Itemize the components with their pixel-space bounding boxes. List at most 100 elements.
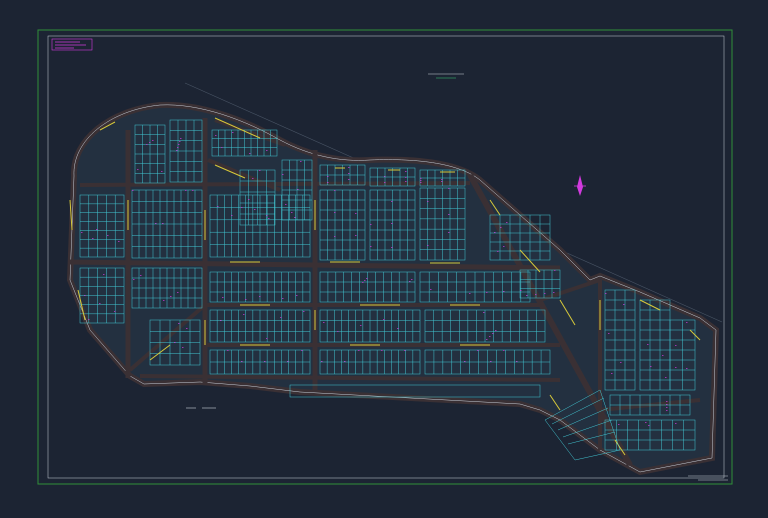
- lot-number: [232, 132, 234, 133]
- lot-number: [464, 361, 466, 362]
- lot-number: [327, 176, 329, 177]
- lot-number: [252, 178, 254, 179]
- lot-number: [268, 218, 270, 219]
- lot-number: [370, 246, 372, 247]
- lot-number: [397, 328, 399, 329]
- lot-number: [344, 361, 346, 362]
- lot-number: [355, 235, 357, 236]
- lot-number: [287, 361, 289, 362]
- lot-number: [96, 229, 98, 230]
- lot-number: [650, 366, 652, 367]
- lot-number: [162, 223, 164, 224]
- lot-number: [366, 278, 368, 279]
- lot-number: [300, 161, 302, 162]
- lot-number: [503, 246, 505, 247]
- lot-number: [666, 407, 668, 408]
- lot-number: [170, 296, 172, 297]
- lot-number: [259, 170, 261, 171]
- lot-number: [280, 317, 282, 318]
- lot-number: [84, 295, 86, 296]
- lot-number: [553, 292, 555, 293]
- lot-number: [497, 251, 499, 252]
- lot-number: [296, 295, 298, 296]
- lot-number: [266, 150, 268, 151]
- lot-number: [477, 350, 479, 351]
- lot-number: [254, 209, 256, 210]
- lot-number: [516, 361, 518, 362]
- lot-number: [241, 207, 243, 208]
- lot-number: [114, 311, 116, 312]
- legend-box: [51, 38, 93, 51]
- lot-number: [177, 292, 179, 293]
- lot-number: [448, 214, 450, 215]
- lot-number: [427, 201, 429, 202]
- lot-number: [495, 330, 497, 331]
- lot-number: [227, 350, 229, 351]
- lot-number: [409, 281, 411, 282]
- lot-number: [282, 298, 284, 299]
- lot-number: [620, 362, 622, 363]
- lot-number: [430, 289, 432, 290]
- lot-number: [291, 212, 293, 213]
- cad-drawing-viewport[interactable]: [0, 0, 768, 514]
- site-plan-svg: [37, 29, 733, 485]
- lot-number: [264, 361, 266, 362]
- lot-number: [666, 410, 668, 411]
- lot-number: [675, 423, 677, 424]
- lot-number: [178, 144, 180, 145]
- lot-number: [182, 347, 184, 348]
- lot-number: [645, 422, 647, 423]
- lot-number: [623, 304, 625, 305]
- lot-number: [469, 293, 471, 294]
- lot-number: [441, 179, 443, 180]
- lot-number: [221, 147, 223, 148]
- lot-number: [355, 213, 357, 214]
- lot-number: [327, 182, 329, 183]
- lot-number: [155, 223, 157, 224]
- lot-number: [163, 300, 165, 301]
- lot-number: [217, 206, 219, 207]
- lot-number: [544, 293, 546, 294]
- lot-number: [500, 227, 502, 228]
- lot-number: [259, 296, 261, 297]
- lot-number: [178, 323, 180, 324]
- lot-number: [174, 342, 176, 343]
- lot-number: [81, 232, 83, 233]
- lot-number: [222, 297, 224, 298]
- lot-number: [381, 350, 383, 351]
- lot-number: [404, 350, 406, 351]
- drawing-title-group: [428, 73, 464, 79]
- lot-number: [266, 338, 268, 339]
- lot-number: [420, 180, 422, 181]
- lot-number: [364, 280, 366, 281]
- lot-number: [152, 140, 154, 141]
- lot-number: [92, 238, 94, 239]
- lot-number: [348, 179, 350, 180]
- lot-number: [554, 270, 556, 271]
- lot-number: [686, 322, 688, 323]
- lot-number: [358, 350, 360, 351]
- lot-number: [282, 174, 284, 175]
- lot-number: [535, 294, 537, 295]
- lot-number: [665, 377, 667, 378]
- lot-number: [362, 282, 364, 283]
- lot-number: [608, 333, 610, 334]
- lot-number: [503, 291, 505, 292]
- lot-number: [323, 322, 325, 323]
- lot-number: [186, 328, 188, 329]
- lot-number: [490, 361, 492, 362]
- lot-number: [611, 373, 613, 374]
- lot-number: [179, 141, 181, 142]
- lot-number: [666, 404, 668, 405]
- lot-number: [405, 177, 407, 178]
- lot-number: [520, 290, 522, 291]
- lot-number: [88, 319, 90, 320]
- lot-number: [334, 236, 336, 237]
- lot-number: [506, 222, 508, 223]
- lot-number: [370, 224, 372, 225]
- lot-number: [427, 245, 429, 246]
- lot-number: [301, 350, 303, 351]
- lot-number: [348, 173, 350, 174]
- lot-number: [360, 325, 362, 326]
- lot-number: [297, 189, 299, 190]
